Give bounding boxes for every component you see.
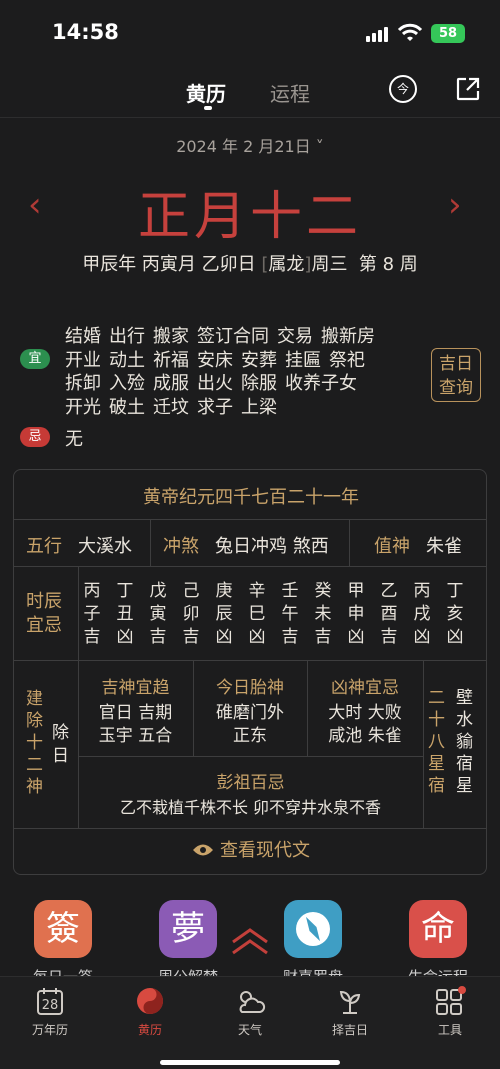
- tab-label: 万年历: [31, 1023, 68, 1037]
- tab-label: 天气: [237, 1023, 262, 1037]
- chongsha-label: 冲煞: [163, 536, 199, 557]
- top-nav: 黄历 运程 今: [0, 64, 500, 118]
- weather-icon: [210, 985, 290, 1017]
- shichen-col: 庚辰凶: [215, 581, 233, 647]
- chevron-up-icon[interactable]: [230, 926, 270, 956]
- home-indicator: [160, 1060, 340, 1065]
- yi-line: 结婚 出行 搬家 签订合同 交易 搬新房: [65, 326, 375, 347]
- shichen-col: 甲申凶: [347, 581, 365, 647]
- yi-line: 开光 破土 迁坟 求子 上梁: [65, 396, 277, 418]
- yinyang-icon: [110, 985, 190, 1017]
- app-label: 生命运程: [388, 966, 488, 976]
- view-modern-text-button[interactable]: 查看现代文: [14, 828, 486, 874]
- chongsha-value: 兔日冲鸡 煞西: [215, 536, 329, 557]
- status-time: 14:58: [52, 20, 119, 44]
- compass-icon[interactable]: [284, 900, 342, 958]
- zhishen-label: 值神: [374, 536, 410, 557]
- tab-yuncheng[interactable]: 运程: [270, 78, 310, 107]
- shichen-label: 时辰 宜忌: [26, 591, 62, 636]
- ganzhi-line: 甲辰年 丙寅月 乙卯日 [属龙]周三 第 8 周: [82, 254, 418, 275]
- yi-list: 结婚 出行 搬家 签订合同 交易 搬新房 开业 动土 祈福 安床 安葬 挂匾 祭祀 拆卸 入殓 成服 出火除…: [65, 325, 415, 419]
- shichen-col: 丁丑凶: [116, 581, 134, 647]
- pengzu-value: 乙不栽植千株不长 卯不穿井水泉不香: [119, 798, 382, 817]
- wuxing-label: 五行: [26, 536, 62, 557]
- view-modern-text-label: 查看现代文: [220, 840, 310, 861]
- almanac-table: 黄帝纪元四千七百二十一年 五行 大溪水 冲煞 兔日冲鸡 煞西 值神 朱雀 时辰宜…: [13, 469, 487, 875]
- zhishen-value: 朱雀: [426, 536, 462, 557]
- fate-icon[interactable]: 命: [409, 900, 467, 958]
- xiu-label: 二十八星宿: [428, 688, 445, 796]
- share-icon[interactable]: [455, 76, 481, 102]
- tab-calendar[interactable]: 28 万年历: [10, 985, 90, 1038]
- button-label-line: 吉日: [439, 354, 473, 374]
- wifi-icon: [398, 23, 422, 41]
- shichen-col: 癸未吉: [314, 581, 332, 647]
- shichen-col: 丙戌凶: [413, 581, 431, 647]
- shichen-col: 戊寅吉: [149, 581, 167, 647]
- taishen-value: 碓磨门外 正东: [216, 703, 284, 746]
- status-bar: 14:58 58: [0, 0, 500, 64]
- solar-date[interactable]: 2024 年 2 月21日 ˅: [0, 133, 500, 157]
- sprout-icon: [310, 985, 390, 1017]
- button-label-line: 查询: [439, 378, 473, 398]
- calendar-icon: 28: [10, 985, 90, 1017]
- tab-huangli-bottom[interactable]: 黄历: [110, 985, 190, 1038]
- jishen-label: 吉神宜趋: [101, 678, 170, 698]
- era-year: 黄帝纪元四千七百二十一年: [143, 487, 359, 508]
- yi-badge: 宜: [20, 349, 50, 369]
- app-label: 周公解梦: [138, 966, 238, 976]
- jianchu-value: 除日: [52, 723, 69, 766]
- tab-label: 黄历: [137, 1023, 162, 1037]
- shichen-col: 乙酉吉: [380, 581, 398, 647]
- ji-text: 无: [65, 429, 83, 450]
- jishen-value: 官日 吉期 玉宇 五合: [98, 703, 173, 746]
- pengzu-label: 彭祖百忌: [216, 773, 285, 793]
- jianchu-label: 建除十二神: [26, 689, 43, 797]
- dream-icon[interactable]: 夢: [159, 900, 217, 958]
- app-label: 每日一签: [13, 966, 113, 976]
- app-label: 财喜罗盘: [263, 966, 363, 976]
- svg-text:28: 28: [42, 998, 59, 1013]
- bottom-tabbar: 28 万年历 黄历 天气 择吉日 工具: [0, 976, 500, 1069]
- yi-line: 开业 动土 祈福 安床 安葬 挂匾 祭祀: [65, 349, 365, 371]
- xiongshen-label: 凶神宜忌: [331, 678, 399, 698]
- today-icon[interactable]: 今: [389, 75, 417, 103]
- grid-icon: [410, 985, 490, 1017]
- tab-zeji[interactable]: 择吉日: [310, 985, 390, 1038]
- daily-lot-icon[interactable]: 簽: [34, 900, 92, 958]
- shichen-col: 己卯吉: [182, 581, 200, 647]
- shichen-col: 辛巳凶: [248, 581, 266, 647]
- xiongshen-value: 大时 大败 咸池 朱雀: [328, 703, 402, 746]
- wuxing-value: 大溪水: [78, 536, 132, 557]
- signal-icon: [366, 26, 390, 42]
- shichen-col: 壬午吉: [281, 581, 299, 647]
- shichen-col: 丙子吉: [83, 581, 101, 647]
- tab-huangli[interactable]: 黄历: [186, 78, 226, 107]
- yi-line: 拆卸 入殓 成服 出火 除服 收养子女: [65, 373, 357, 394]
- xiu-value: 壁水貐宿星: [456, 688, 473, 796]
- next-day-button[interactable]: ›: [448, 185, 462, 225]
- taishen-label: 今日胎神: [216, 678, 284, 698]
- tab-weather[interactable]: 天气: [210, 985, 290, 1038]
- tab-label: 工具: [437, 1023, 462, 1037]
- tab-label: 择吉日: [331, 1023, 368, 1037]
- battery-icon: 58: [431, 24, 465, 43]
- eye-icon: [193, 844, 213, 856]
- tab-indicator: [204, 106, 212, 110]
- auspicious-day-query-button[interactable]: 吉日 查询: [431, 348, 481, 402]
- ji-badge: 忌: [20, 427, 50, 447]
- lunar-date: 正月十二: [137, 187, 362, 247]
- shichen-col: 丁亥凶: [446, 581, 464, 647]
- tab-tools[interactable]: 工具: [410, 985, 490, 1038]
